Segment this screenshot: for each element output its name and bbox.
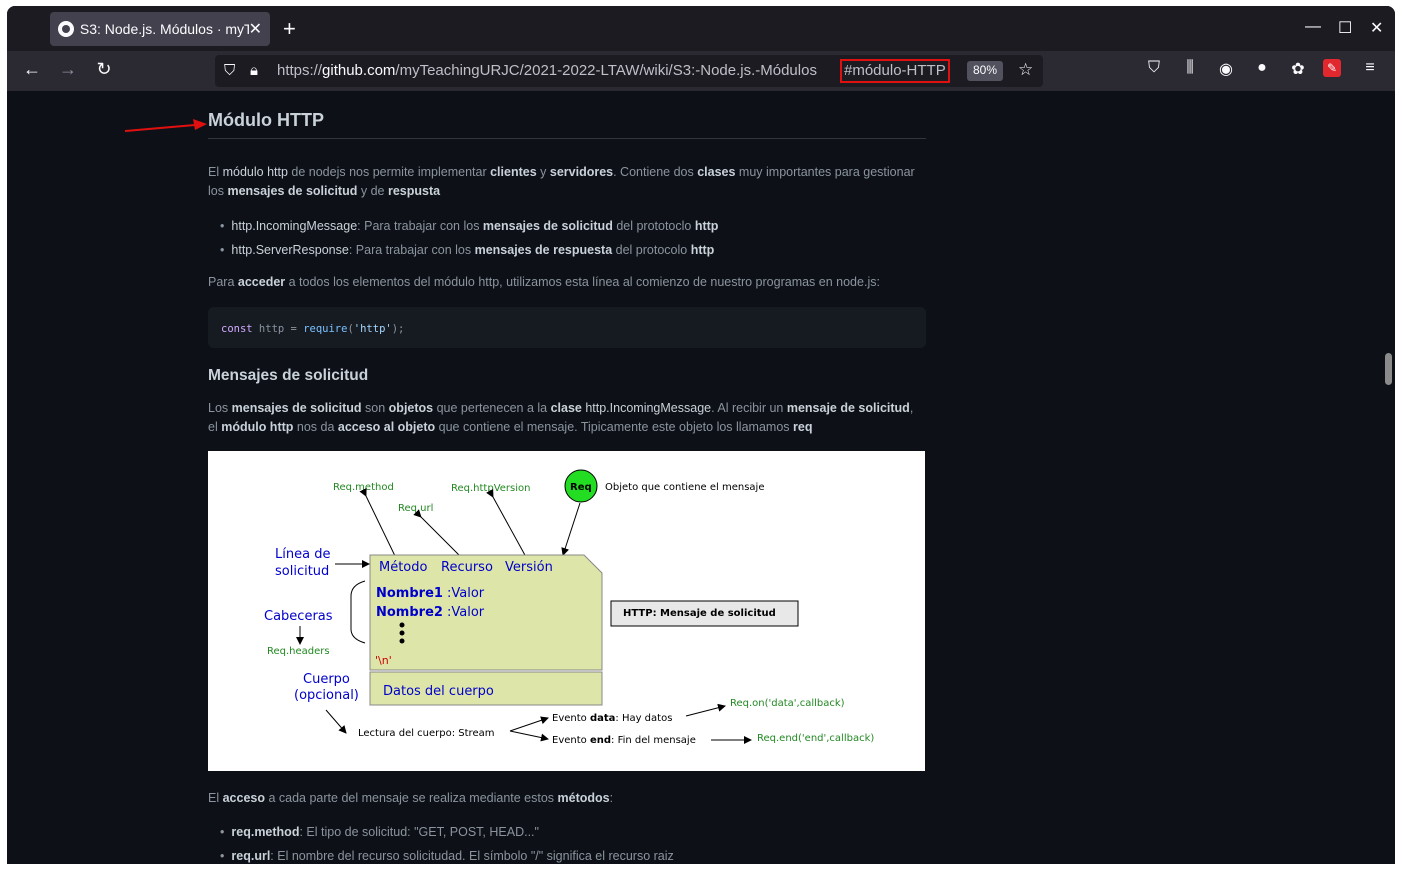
- version-arrow: [486, 488, 527, 558]
- req-headers-label: Req.headers: [267, 646, 330, 657]
- lectura-label: Lectura del cuerpo: Stream: [358, 728, 494, 739]
- version-label: Versión: [505, 560, 553, 575]
- datos-label: Datos del cuerpo: [383, 684, 494, 699]
- cuerpo-label-2: (opcional): [294, 688, 359, 703]
- browser-window: S3: Node.js. Módulos · myTeachingURJC/20…: [7, 6, 1395, 864]
- code-block[interactable]: const http = require('http');: [208, 307, 926, 348]
- valor2-label: :Valor: [447, 605, 485, 620]
- cuerpo-label-1: Cuerpo: [303, 672, 350, 687]
- classes-list: http.IncomingMessage: Para trabajar con …: [220, 217, 718, 265]
- req-desc-label: Objeto que contiene el mensaje: [605, 482, 764, 493]
- section-heading: Módulo HTTP: [208, 111, 926, 139]
- access-paragraph: Para acceder a todos los elementos del m…: [208, 275, 880, 289]
- gnome-icon[interactable]: ✿: [1287, 59, 1309, 79]
- cabeceras-label: Cabeceras: [264, 609, 333, 624]
- url-text[interactable]: https://github.com/myTeachingURJC/2021-2…: [277, 62, 817, 79]
- linea-label-1: Línea de: [275, 547, 330, 562]
- close-tab-icon[interactable]: ✕: [249, 19, 262, 39]
- close-window-icon[interactable]: ✕: [1370, 18, 1383, 38]
- valor1-label: :Valor: [447, 586, 485, 601]
- annotation-arrow-icon: [125, 119, 207, 132]
- req-version-label: Req.httpVersion: [451, 483, 530, 494]
- menu-icon[interactable]: ≡: [1359, 59, 1381, 77]
- cuerpo-arrow: [325, 709, 347, 734]
- data-event-label: Evento data: Hay datos: [552, 713, 672, 724]
- metodo-label: Método: [379, 560, 428, 575]
- list-item: req.url: El nombre del recurso solicitud…: [220, 847, 673, 864]
- req-badge-label: Req: [570, 482, 592, 493]
- browser-tab[interactable]: S3: Node.js. Módulos · myTeachingURJC/20…: [50, 12, 270, 46]
- methods-paragraph: El acceso a cada parte del mensaje se re…: [208, 791, 614, 805]
- recurso-label: Recurso: [441, 560, 493, 575]
- shield-icon[interactable]: ⛉: [224, 62, 235, 79]
- method-arrow: [359, 487, 397, 559]
- minimize-icon[interactable]: —: [1305, 18, 1321, 36]
- ellipsis-dot: [399, 622, 405, 628]
- list-item: http.IncomingMessage: Para trabajar con …: [220, 217, 718, 236]
- list-item: http.ServerResponse: Para trabajar con l…: [220, 241, 718, 260]
- request-paragraph: Los mensajes de solicitud son objetos qu…: [208, 401, 914, 434]
- maximize-icon[interactable]: ☐: [1338, 18, 1352, 38]
- on-end-label: Req.end('end',callback): [757, 733, 874, 744]
- zoom-indicator[interactable]: 80%: [967, 61, 1004, 81]
- lock-icon[interactable]: 🔒︎: [250, 62, 258, 79]
- header-brace: [350, 580, 366, 644]
- forward-icon[interactable]: →: [56, 59, 80, 80]
- intro-paragraph: El módulo http de nodejs nos permite imp…: [208, 165, 915, 198]
- back-icon[interactable]: ←: [20, 59, 44, 80]
- url-arrow: [413, 509, 464, 560]
- methods-list: req.method: El tipo de solicitud: "GET, …: [220, 823, 674, 864]
- title-box-label: HTTP: Mensaje de solicitud: [623, 608, 776, 619]
- page-content: Módulo HTTP El módulo http de nodejs nos…: [7, 91, 1395, 864]
- ellipsis-dot: [399, 638, 405, 644]
- pocket-icon[interactable]: ⛉: [1143, 59, 1165, 77]
- end-event-label: Evento end: Fin del mensaje: [552, 735, 696, 746]
- color-picker-icon[interactable]: ✎: [1323, 59, 1341, 77]
- nombre1-label: Nombre1: [376, 586, 443, 601]
- tab-title: S3: Node.js. Módulos · myTeachingURJC/20…: [79, 21, 249, 37]
- req-url-label: Req.url: [398, 503, 433, 514]
- extension-icon[interactable]: ◉: [1215, 59, 1237, 79]
- scrollbar-thumb[interactable]: [1385, 353, 1392, 385]
- url-bar[interactable]: ⛉ 🔒︎ https://github.com/myTeachingURJC/2…: [215, 55, 1043, 87]
- req-arrow: [561, 502, 581, 556]
- github-icon[interactable]: ●: [1251, 59, 1273, 77]
- url-hash-highlight: #módulo-HTTP: [840, 59, 950, 83]
- end-event-arrow: [509, 730, 549, 742]
- on-data-label: Req.on('data',callback): [730, 698, 845, 709]
- navigation-bar: ← → ↻ ⛉ 🔒︎ https://github.com/myTeaching…: [7, 51, 1395, 91]
- req-method-label: Req.method: [333, 482, 394, 493]
- tab-strip: S3: Node.js. Módulos · myTeachingURJC/20…: [7, 6, 1395, 51]
- nombre2-label: Nombre2: [376, 605, 443, 620]
- ellipsis-dot: [399, 630, 405, 636]
- data-event-arrow: [509, 716, 549, 732]
- on-data-arrow: [685, 703, 726, 717]
- diagram-svg: Req.method Req.url Req.httpVersion Req O…: [264, 469, 874, 746]
- new-tab-icon[interactable]: +: [283, 16, 296, 42]
- newline-label: '\n': [375, 654, 392, 667]
- subsection-heading: Mensajes de solicitud: [208, 367, 369, 384]
- reload-icon[interactable]: ↻: [92, 59, 116, 80]
- library-icon[interactable]: ⫼: [1179, 59, 1201, 77]
- http-request-diagram: Req.method Req.url Req.httpVersion Req O…: [208, 451, 925, 771]
- star-icon[interactable]: ☆: [1018, 60, 1033, 80]
- linea-label-2: solicitud: [275, 564, 329, 579]
- github-favicon-icon: [58, 21, 74, 37]
- scrollbar[interactable]: [1381, 91, 1395, 864]
- list-item: req.method: El tipo de solicitud: "GET, …: [220, 823, 674, 842]
